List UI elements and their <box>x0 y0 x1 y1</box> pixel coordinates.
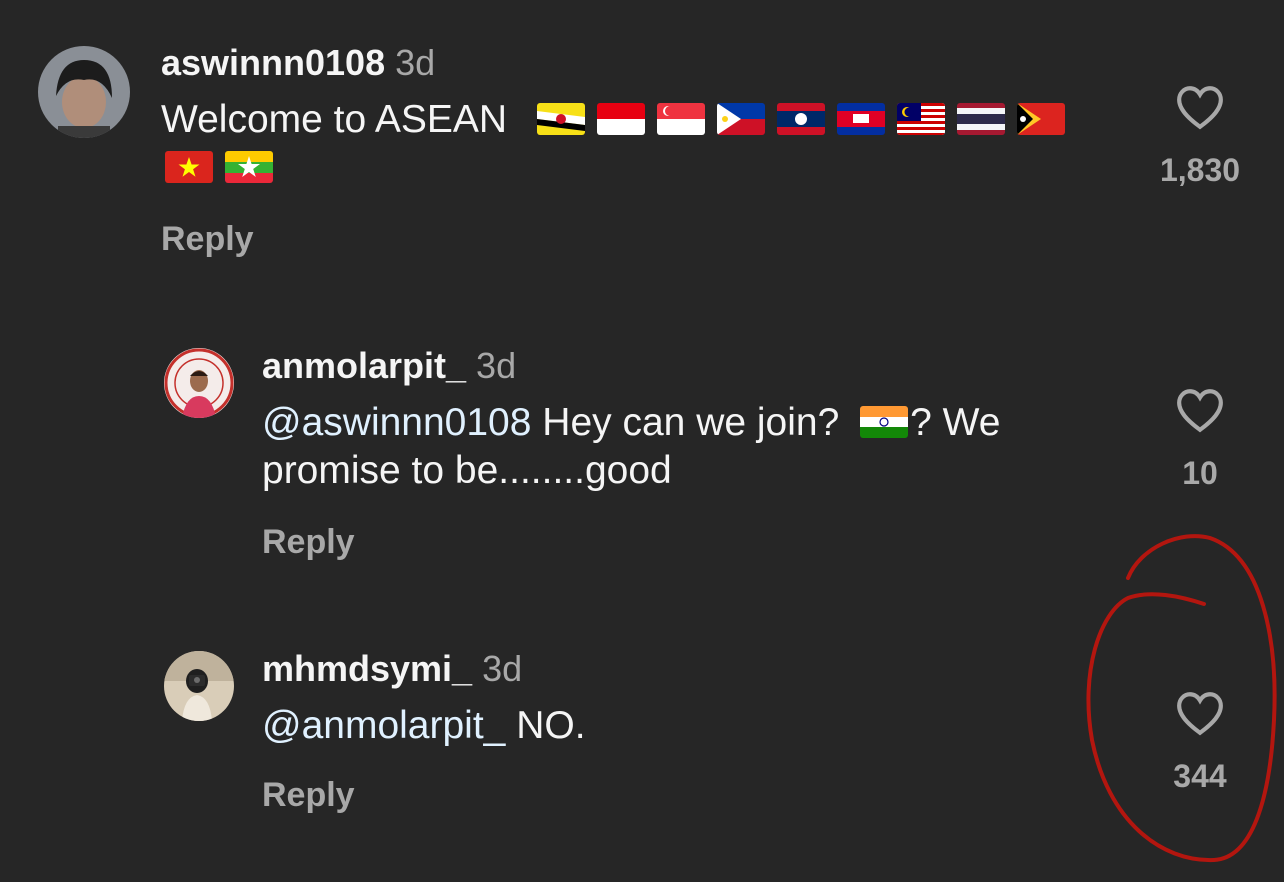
comment-text: @aswinnn0108 Hey can we join? ? We promi… <box>262 399 1122 495</box>
reply-comment: anmolarpit_ 3d @aswinnn0108 Hey can we jo… <box>0 290 1284 590</box>
comment-text: Welcome to ASEAN <box>161 96 1121 192</box>
heart-outline-icon <box>1177 389 1223 433</box>
flag-malaysia-icon <box>896 103 945 135</box>
like-count: 10 <box>1182 455 1218 491</box>
avatar[interactable] <box>164 651 234 721</box>
avatar-photo <box>164 651 234 721</box>
timestamp: 3d <box>476 345 517 386</box>
mention-link[interactable]: @aswinnn0108 <box>262 401 531 444</box>
comment-text-content: Welcome to ASEAN <box>161 98 508 141</box>
username-text[interactable]: aswinnn0108 <box>161 42 385 83</box>
flag-myanmar-icon <box>225 151 273 183</box>
flag-indonesia-icon <box>596 103 645 135</box>
mention-link[interactable]: @anmolarpit_ <box>262 704 505 747</box>
like-button[interactable]: 344 <box>1140 690 1260 795</box>
like-button[interactable]: 10 <box>1140 387 1260 492</box>
username[interactable]: anmolarpit_ 3d <box>262 345 516 387</box>
flag-brunei-icon <box>536 103 585 135</box>
comment-text-part: ? We <box>910 401 1001 444</box>
comment-text-part: NO. <box>505 704 586 747</box>
like-button[interactable]: 1,830 <box>1140 84 1260 189</box>
avatar-photo <box>38 46 130 138</box>
heart-outline-icon <box>1177 86 1223 130</box>
like-count: 344 <box>1173 758 1227 794</box>
username-text[interactable]: anmolarpit_ <box>262 345 466 386</box>
avatar[interactable] <box>38 46 130 138</box>
reply-button[interactable]: Reply <box>262 776 355 815</box>
reply-comment: mhmdsymi_ 3d @anmolarpit_ NO. Reply 344 <box>0 590 1284 882</box>
flag-laos-icon <box>776 103 825 135</box>
comment: aswinnn0108 3d Welcome to ASEAN Reply 1,8… <box>0 0 1284 290</box>
username[interactable]: aswinnn0108 3d <box>161 42 435 84</box>
avatar-photo <box>164 348 234 418</box>
comment-text-line: promise to be........good <box>262 449 672 492</box>
like-count: 1,830 <box>1159 152 1241 188</box>
reply-button[interactable]: Reply <box>262 523 355 562</box>
avatar[interactable] <box>164 348 234 418</box>
flag-vietnam-icon <box>165 151 213 183</box>
flag-cambodia-icon <box>836 103 885 135</box>
username-text[interactable]: mhmdsymi_ <box>262 648 472 689</box>
flag-thailand-icon <box>956 103 1005 135</box>
flag-singapore-icon <box>656 103 705 135</box>
username[interactable]: mhmdsymi_ 3d <box>262 648 522 690</box>
timestamp: 3d <box>395 42 436 83</box>
flag-philippines-icon <box>716 103 765 135</box>
flag-timor-leste-icon <box>1016 103 1065 135</box>
comment-text: @anmolarpit_ NO. <box>262 702 1122 750</box>
reply-button[interactable]: Reply <box>161 220 254 259</box>
flag-india-icon <box>860 406 909 438</box>
timestamp: 3d <box>482 648 523 689</box>
comment-text-part: Hey can we join? <box>531 401 840 444</box>
heart-outline-icon <box>1177 692 1223 736</box>
